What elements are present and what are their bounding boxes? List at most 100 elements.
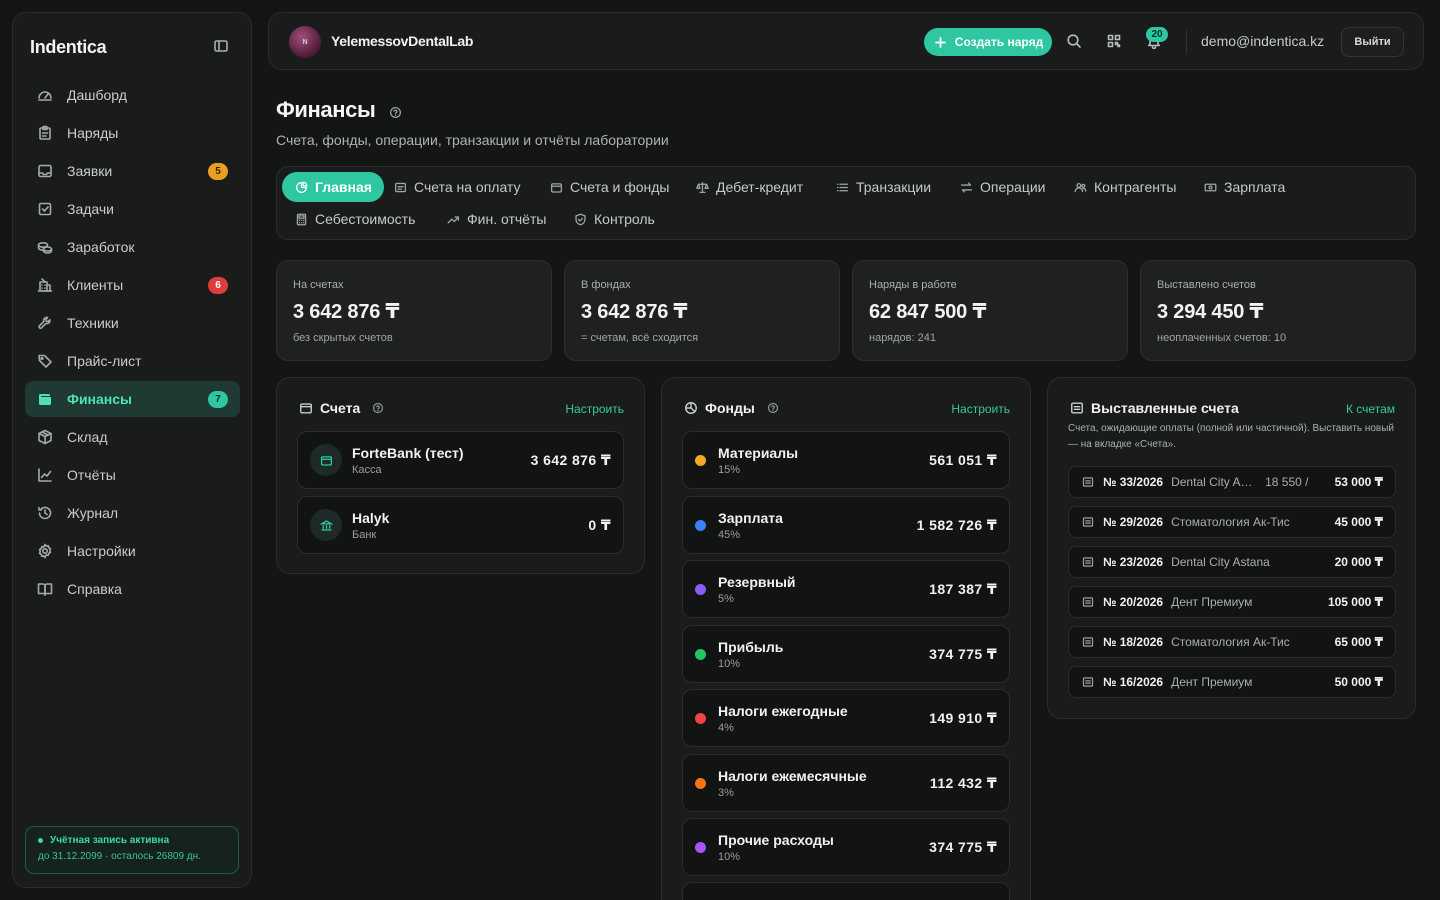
invoice-client: Стоматология Ак-Тис xyxy=(1171,515,1290,529)
fund-row[interactable]: Налоги ежемесячные 3% 112 432 ₸ xyxy=(682,754,1010,812)
accounts-configure-link[interactable]: Настроить xyxy=(565,402,624,416)
sidebar-item-requests[interactable]: Заявки 5 xyxy=(25,153,240,189)
fund-row[interactable]: Налоги ежегодные 4% 149 910 ₸ xyxy=(682,689,1010,747)
tab-debit-credit[interactable]: Дебет-кредит xyxy=(683,172,815,202)
trend-icon xyxy=(446,212,460,226)
sidebar-nav: Дашборд Наряды Заявки 5 Задачи Заработок… xyxy=(25,77,240,609)
sidebar-item-label: Заработок xyxy=(67,239,135,255)
fund-row[interactable]: Прочие расходы 10% 374 775 ₸ xyxy=(682,818,1010,876)
fund-row[interactable]: Прибыль 10% 374 775 ₸ xyxy=(682,625,1010,683)
stat-value: 3 294 450 ₸ xyxy=(1157,301,1264,323)
help-circle-icon[interactable] xyxy=(371,401,385,415)
document-icon xyxy=(1081,555,1095,569)
document-icon xyxy=(1081,475,1095,489)
tab-counterparties[interactable]: Контрагенты xyxy=(1061,172,1188,202)
fund-percent: 15% xyxy=(718,463,741,476)
box-icon xyxy=(37,429,53,445)
help-circle-icon[interactable] xyxy=(387,104,403,120)
sidebar-item-technicians[interactable]: Техники xyxy=(25,305,240,341)
create-order-button[interactable]: Создать наряд xyxy=(924,28,1052,56)
fund-color-dot xyxy=(695,841,706,853)
invoice-row[interactable]: № 23/2026 Dental City Astana 20 000 ₸ xyxy=(1068,546,1396,578)
lab-name[interactable]: YelemessovDentalLab xyxy=(331,33,473,49)
arrows-icon xyxy=(959,180,973,194)
sidebar-item-warehouse[interactable]: Склад xyxy=(25,419,240,455)
topbar-divider xyxy=(1186,30,1187,54)
account-expiry: до 31.12.2099 · осталось 26809 дн. xyxy=(38,851,201,862)
sidebar-item-earnings[interactable]: Заработок xyxy=(25,229,240,265)
tab-operations[interactable]: Операции xyxy=(947,172,1058,202)
stat-card-funds: В фондах 3 642 876 ₸ = счетам, всё сходи… xyxy=(564,260,840,361)
tab-invoices[interactable]: Счета на оплату xyxy=(381,172,533,202)
invoice-number: № 20/2026 xyxy=(1103,595,1164,609)
stat-card-invoices: Выставлено счетов 3 294 450 ₸ неоплаченн… xyxy=(1140,260,1416,361)
lab-avatar[interactable]: N xyxy=(289,26,321,58)
sidebar-item-label: Техники xyxy=(67,315,119,331)
funds-panel-header: Фонды xyxy=(684,400,780,416)
invoice-row[interactable]: № 16/2026 Дент Премиум 50 000 ₸ xyxy=(1068,666,1396,698)
tab-salary[interactable]: Зарплата xyxy=(1191,172,1297,202)
tab-control[interactable]: Контроль xyxy=(561,204,667,234)
fund-name: Зарплата xyxy=(718,509,783,526)
invoice-row[interactable]: № 29/2026 Стоматология Ак-Тис 45 000 ₸ xyxy=(1068,506,1396,538)
stat-title: В фондах xyxy=(581,279,631,291)
account-row[interactable]: ForteBank (тест) Касса 3 642 876 ₸ xyxy=(297,431,624,489)
tab-transactions[interactable]: Транзакции xyxy=(823,172,943,202)
qr-code-icon[interactable] xyxy=(1106,33,1122,49)
sidebar-item-finance[interactable]: Финансы 7 xyxy=(25,381,240,417)
create-order-label: Создать наряд xyxy=(954,35,1044,49)
user-email[interactable]: demo@indentica.kz xyxy=(1201,33,1324,49)
invoices-panel: Выставленные счета К счетам Счета, ожида… xyxy=(1047,377,1416,719)
stat-value: 3 642 876 ₸ xyxy=(581,301,688,323)
sidebar-item-label: Финансы xyxy=(67,391,132,407)
funds-configure-link[interactable]: Настроить xyxy=(951,402,1010,416)
pie-icon xyxy=(684,401,698,415)
fund-amount: 112 432 ₸ xyxy=(929,774,997,791)
sidebar-toggle-icon[interactable] xyxy=(213,38,229,54)
sidebar-item-journal[interactable]: Журнал xyxy=(25,495,240,531)
to-invoices-link[interactable]: К счетам xyxy=(1346,402,1395,416)
clients-count-badge: 6 xyxy=(208,276,228,294)
tab-label: Зарплата xyxy=(1224,179,1286,195)
tab-cost-price[interactable]: Себестоимость xyxy=(282,204,427,234)
help-circle-icon[interactable] xyxy=(766,401,780,415)
fund-row-partial[interactable] xyxy=(682,882,1010,900)
sidebar-item-settings[interactable]: Настройки xyxy=(25,533,240,569)
account-status-box: Учётная запись активна до 31.12.2099 · о… xyxy=(25,826,239,874)
fund-row[interactable]: Материалы 15% 561 051 ₸ xyxy=(682,431,1010,489)
logout-button[interactable]: Выйти xyxy=(1341,27,1404,57)
brand-logo[interactable]: Indentica xyxy=(30,37,107,58)
tab-accounts-funds[interactable]: Счета и фонды xyxy=(537,172,681,202)
sidebar-item-orders[interactable]: Наряды xyxy=(25,115,240,151)
fund-name: Материалы xyxy=(718,444,799,461)
inbox-icon xyxy=(37,163,53,179)
sidebar-item-clients[interactable]: Клиенты 6 xyxy=(25,267,240,303)
fund-amount: 561 051 ₸ xyxy=(929,451,997,468)
tab-fin-reports[interactable]: Фин. отчёты xyxy=(434,204,558,234)
fund-percent: 45% xyxy=(718,528,741,541)
invoice-row[interactable]: № 18/2026 Стоматология Ак-Тис 65 000 ₸ xyxy=(1068,626,1396,658)
sidebar-item-help[interactable]: Справка xyxy=(25,571,240,607)
sidebar-item-reports[interactable]: Отчёты xyxy=(25,457,240,493)
sidebar-item-label: Справка xyxy=(67,581,122,597)
fund-name: Прочие расходы xyxy=(718,831,834,848)
search-icon[interactable] xyxy=(1066,33,1082,49)
tab-main[interactable]: Главная xyxy=(282,172,384,202)
invoice-row[interactable]: № 33/2026 Dental City Astana 18 550 / 53… xyxy=(1068,466,1396,498)
account-row[interactable]: Halyk Банк 0 ₸ xyxy=(297,496,624,554)
sidebar-item-label: Дашборд xyxy=(67,87,127,103)
fund-name: Налоги ежемесячные xyxy=(718,767,867,784)
tab-label: Контрагенты xyxy=(1094,179,1177,195)
stat-note: = счетам, всё сходится xyxy=(581,332,699,344)
fund-row[interactable]: Резервный 5% 187 387 ₸ xyxy=(682,560,1010,618)
sidebar-item-dashboard[interactable]: Дашборд xyxy=(25,77,240,113)
sidebar-item-price-list[interactable]: Прайс-лист xyxy=(25,343,240,379)
account-name: ForteBank (тест) xyxy=(352,444,464,461)
tab-label: Дебет-кредит xyxy=(716,179,804,195)
invoice-row[interactable]: № 20/2026 Дент Премиум 105 000 ₸ xyxy=(1068,586,1396,618)
sidebar-item-label: Прайс-лист xyxy=(67,353,142,369)
fund-row[interactable]: Зарплата 45% 1 582 726 ₸ xyxy=(682,496,1010,554)
account-balance: 3 642 876 ₸ xyxy=(530,451,611,468)
invoice-client: Dental City Astana xyxy=(1171,555,1270,569)
sidebar-item-tasks[interactable]: Задачи xyxy=(25,191,240,227)
